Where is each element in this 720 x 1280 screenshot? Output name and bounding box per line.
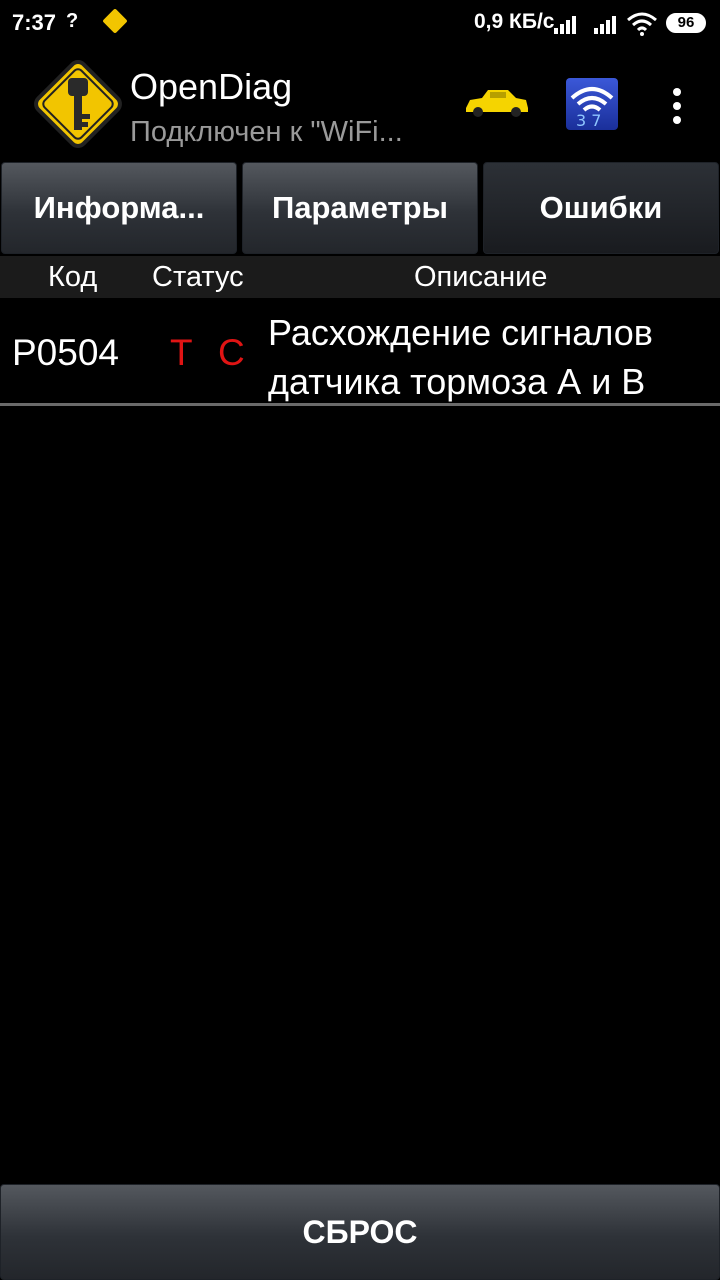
- row-divider: [0, 403, 720, 406]
- signal-strength-icon: [594, 16, 616, 34]
- navigation-notification-icon: [102, 8, 128, 34]
- network-speed: 0,9 КБ/с: [474, 10, 555, 33]
- status-flag: C: [218, 332, 245, 373]
- connection-status: Подключен к "WiFi...: [130, 116, 403, 148]
- app-bar: OpenDiag Подключен к "WiFi... 3 7: [0, 48, 720, 160]
- tab-parameters[interactable]: Параметры: [242, 162, 478, 254]
- wifi-adapter-icon[interactable]: 3 7: [566, 78, 618, 130]
- wifi-icon: [627, 12, 657, 36]
- table-row[interactable]: P0504 T C Расхождение сигналов датчика т…: [0, 300, 720, 404]
- unknown-notification-icon: ?: [66, 10, 79, 32]
- signal-strength-icon: [554, 16, 576, 34]
- error-description-line: Расхождение сигналов: [268, 312, 653, 353]
- column-header-status: Статус: [152, 261, 244, 293]
- svg-text:3 7: 3 7: [576, 111, 601, 130]
- app-title: OpenDiag: [130, 66, 293, 107]
- column-header-description: Описание: [414, 261, 548, 293]
- battery-icon: 96: [666, 13, 706, 33]
- error-description-line: датчика тормоза А и В: [268, 361, 646, 402]
- error-code: P0504: [12, 332, 119, 373]
- table-header: Код Статус Описание: [0, 256, 720, 298]
- tab-bar: Информа... Параметры Ошибки: [0, 160, 720, 256]
- status-time: 7:37: [12, 10, 57, 35]
- reset-button[interactable]: СБРОС: [0, 1184, 720, 1280]
- tab-errors[interactable]: Ошибки: [483, 162, 719, 254]
- column-header-code: Код: [48, 261, 98, 293]
- key-warning-sign-icon: [34, 60, 122, 148]
- more-vert-icon[interactable]: [664, 84, 690, 128]
- car-icon[interactable]: [462, 86, 530, 120]
- status-flag: T: [170, 332, 193, 373]
- status-bar: 7:37 ? 0,9 КБ/с 96: [0, 0, 720, 48]
- tab-information[interactable]: Информа...: [1, 162, 237, 254]
- error-description: Расхождение сигналов датчика тормоза А и…: [268, 308, 718, 406]
